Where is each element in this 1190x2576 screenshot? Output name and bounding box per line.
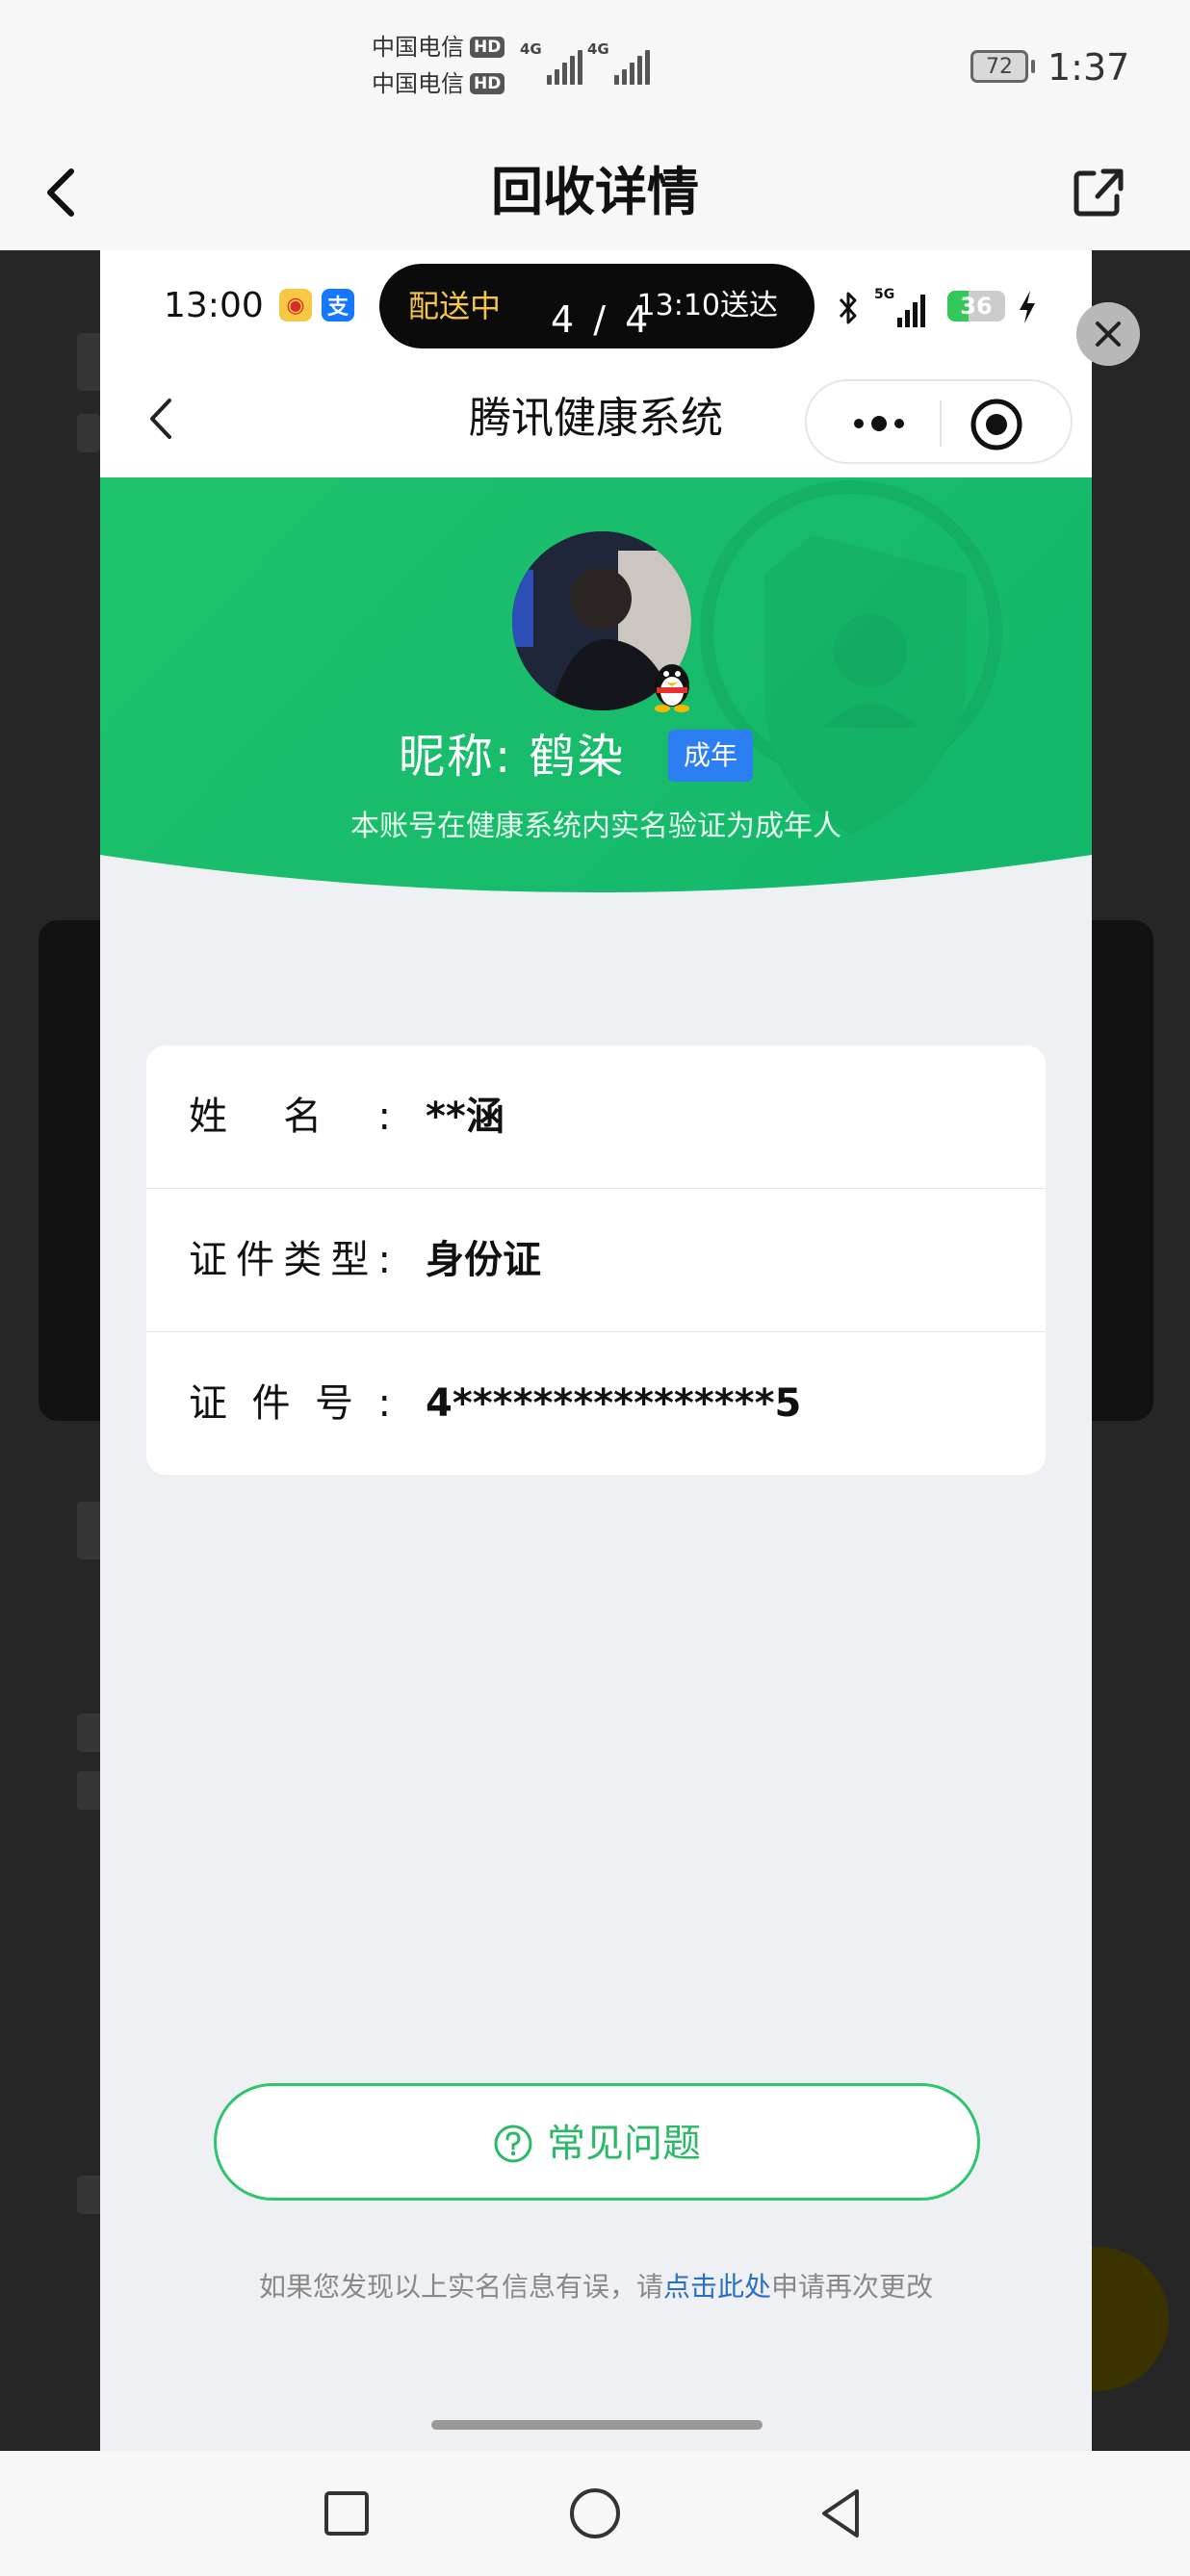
info-value: 身份证 (426, 1238, 541, 1282)
mini-program-capsule (805, 379, 1073, 464)
info-label: 证件号: (189, 1381, 391, 1426)
profile-header: 昵称: 鹤染 成年 本账号在健康系统内实名验证为成年人 (100, 477, 1092, 997)
inner-status-time: 13:00 (164, 286, 264, 325)
info-row-name: 姓名: **涵 (146, 1045, 1046, 1188)
info-row-id-type: 证件类型: 身份证 (146, 1189, 1046, 1331)
alipay-icon: 支 (322, 289, 354, 322)
status-time: 1:37 (1048, 46, 1130, 89)
weibo-icon: ◉ (279, 289, 312, 322)
screen: 中国电信 HD 中国电信 HD 4G 4G 72 1:37 回收详情 13:00… (0, 0, 1190, 2576)
identity-info-card: 姓名: **涵 证件类型: 身份证 证件号: 4****************… (146, 1045, 1046, 1475)
info-value: 4****************5 (426, 1381, 802, 1426)
bluetooth-icon (839, 292, 857, 324)
qq-penguin-icon (655, 664, 689, 712)
carrier-name: 中国电信 (372, 70, 464, 97)
signal-icon: 4G (520, 40, 582, 85)
battery-tip (1031, 60, 1035, 73)
outer-nav-bar: 回收详情 (0, 135, 1190, 250)
verification-note: 本账号在健康系统内实名验证为成年人 (350, 810, 841, 843)
close-icon[interactable] (1076, 302, 1140, 366)
user-nickname: 昵称: 鹤染 (399, 730, 626, 784)
note-suffix: 申请再次更改 (771, 2271, 934, 2303)
back-triangle-icon[interactable] (809, 2480, 876, 2547)
signal-icon: 5G (874, 287, 926, 327)
charging-icon (1020, 291, 1035, 323)
info-label: 姓名: (189, 1095, 391, 1139)
mini-program-nav: 腾讯健康系统 (100, 362, 1092, 477)
more-dots-icon[interactable] (836, 400, 922, 447)
delivery-status: 配送中 (408, 288, 502, 324)
target-circle-icon[interactable] (969, 397, 1024, 452)
signal-icon: 4G (587, 40, 650, 85)
battery-icon: 36 (947, 291, 1005, 322)
screenshot-viewer: 13:00 ◉ 支 配送中 13:10送达 4 / 4 5G 36 腾讯健康系统… (100, 250, 1092, 2451)
info-value: **涵 (426, 1095, 504, 1139)
delivery-eta: 13:10送达 (636, 289, 778, 322)
hd-badge: HD (470, 37, 505, 58)
adult-badge: 成年 (668, 730, 753, 782)
note-prefix: 如果您发现以上实名信息有误，请 (258, 2271, 663, 2303)
share-icon[interactable] (1067, 156, 1128, 225)
inner-status-bar: 13:00 ◉ 支 配送中 13:10送达 4 / 4 5G 36 (100, 250, 1092, 362)
carrier-name: 中国电信 (372, 34, 464, 61)
click-here-link[interactable]: 点击此处 (663, 2271, 771, 2303)
info-row-id-number: 证件号: 4****************5 (146, 1332, 1046, 1475)
bg-text-block (77, 414, 100, 452)
home-circle-icon[interactable] (561, 2480, 629, 2547)
page-title: 回收详情 (491, 162, 699, 222)
recents-square-icon[interactable] (313, 2480, 380, 2547)
question-circle-icon (494, 2125, 532, 2163)
capsule-divider (940, 400, 942, 447)
outer-status-bar: 中国电信 HD 中国电信 HD 4G 4G 72 1:37 (0, 0, 1190, 135)
correction-note: 如果您发现以上实名信息有误，请点击此处申请再次更改 (100, 2264, 1092, 2310)
hd-badge: HD (470, 73, 505, 94)
system-nav-bar (0, 2451, 1190, 2576)
battery-icon: 72 (970, 50, 1028, 83)
home-indicator (431, 2420, 763, 2430)
info-label: 证件类型: (189, 1238, 391, 1282)
faq-button[interactable]: 常见问题 (214, 2083, 980, 2201)
page-indicator: 4 / 4 (551, 298, 653, 341)
faq-label: 常见问题 (547, 2122, 701, 2166)
